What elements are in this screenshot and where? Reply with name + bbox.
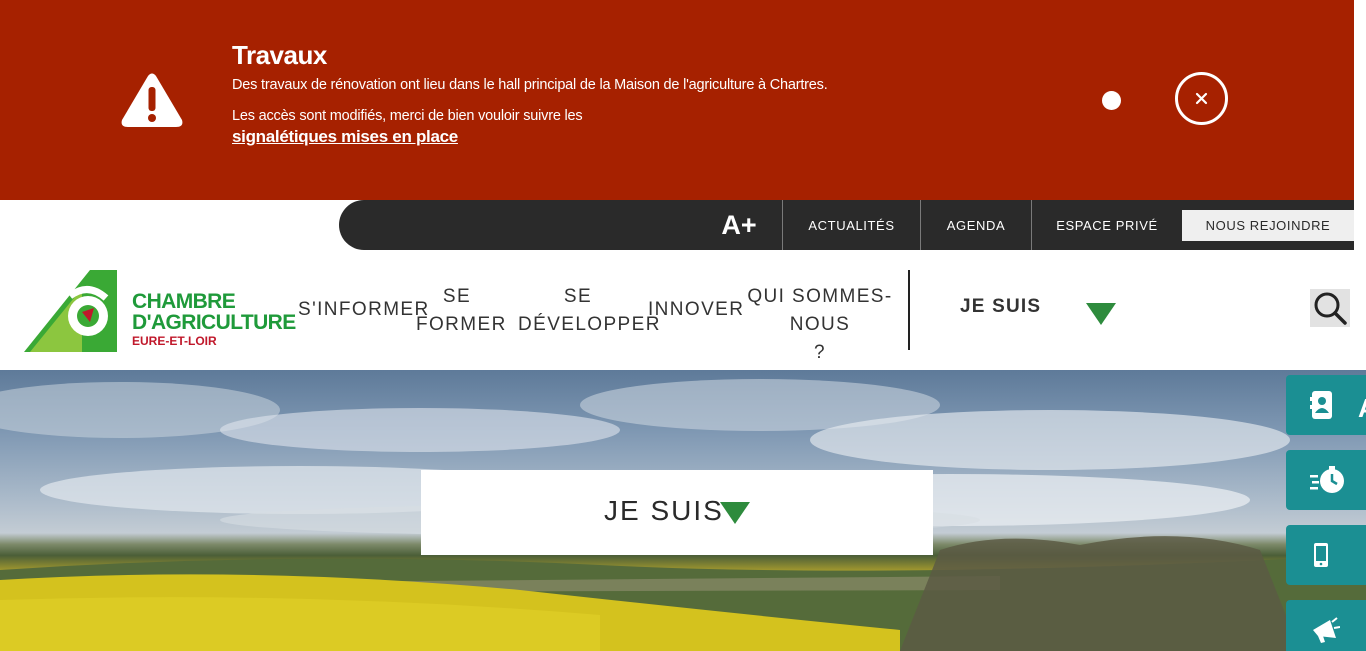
warning-triangle-icon bbox=[121, 73, 183, 127]
contact-card-icon bbox=[1310, 391, 1332, 419]
nav-se-former[interactable]: SE FORMER bbox=[416, 283, 507, 339]
chevron-down-icon[interactable] bbox=[1086, 303, 1116, 325]
nav-label: DÉVELOPPER bbox=[518, 314, 661, 335]
je-suis-menu[interactable]: JE SUIS bbox=[960, 296, 1041, 318]
nav-qui-sommes-nous[interactable]: QUI SOMMES-NOUS ? bbox=[738, 283, 902, 367]
search-button[interactable] bbox=[1310, 289, 1350, 327]
close-icon bbox=[1195, 92, 1208, 105]
font-size-button[interactable]: A+ bbox=[719, 208, 759, 242]
utility-bar: A+ ACTUALITÉS AGENDA ESPACE PRIVÉ NOUS R… bbox=[339, 200, 1354, 250]
nav-label: SE bbox=[563, 286, 593, 307]
link-actualites[interactable]: ACTUALITÉS bbox=[783, 200, 920, 250]
mobile-phone-icon bbox=[1314, 543, 1328, 567]
logo-text-2: D'AGRICULTURE bbox=[132, 311, 296, 334]
fast-clock-icon bbox=[1310, 466, 1344, 493]
alert-link[interactable]: signalétiques mises en place bbox=[232, 127, 458, 147]
nav-label: QUI SOMMES-NOUS bbox=[747, 286, 893, 335]
side-contact-button[interactable]: A bbox=[1286, 375, 1366, 435]
je-suis-label: JE SUIS bbox=[604, 495, 724, 526]
alert-title: Travaux bbox=[232, 40, 327, 70]
side-label: A bbox=[1358, 393, 1366, 424]
alert-close-button[interactable] bbox=[1175, 72, 1228, 125]
link-espace-prive[interactable]: ESPACE PRIVÉ bbox=[1032, 200, 1182, 250]
logo-text-3: EURE-ET-LOIR bbox=[132, 334, 217, 348]
nav-sinformer[interactable]: S'INFORMER bbox=[298, 296, 428, 324]
alert-banner: Travaux Des travaux de rénovation ont li… bbox=[0, 0, 1354, 200]
chevron-down-icon bbox=[720, 502, 750, 524]
alert-message: Des travaux de rénovation ont lieu dans … bbox=[232, 77, 828, 93]
nav-label: SE bbox=[442, 286, 472, 307]
side-app-button[interactable] bbox=[1286, 525, 1366, 585]
link-agenda[interactable]: AGENDA bbox=[921, 200, 1031, 250]
nav-label: INNOVER bbox=[648, 299, 745, 320]
side-news-button[interactable] bbox=[1286, 600, 1366, 651]
nav-label: S'INFORMER bbox=[298, 299, 430, 320]
nav-divider bbox=[908, 270, 910, 350]
carousel-dot[interactable] bbox=[1102, 91, 1121, 110]
nav-label: FORMER bbox=[416, 314, 507, 335]
logo-mark-icon bbox=[24, 270, 117, 352]
join-button[interactable]: NOUS REJOINDRE bbox=[1182, 210, 1354, 241]
je-suis-selector[interactable]: JE SUIS bbox=[421, 470, 933, 555]
alert-message-2: Les accès sont modifiés, merci de bien v… bbox=[232, 108, 583, 124]
megaphone-icon bbox=[1313, 617, 1340, 643]
site-logo[interactable]: CHAMBRE D'AGRICULTURE EURE-ET-LOIR bbox=[22, 268, 296, 356]
search-icon bbox=[1314, 292, 1347, 325]
nav-innover[interactable]: INNOVER bbox=[648, 296, 743, 324]
nav-label: ? bbox=[814, 342, 826, 363]
nav-se-developper[interactable]: SE DÉVELOPPER bbox=[518, 283, 661, 339]
side-quick-button[interactable] bbox=[1286, 450, 1366, 510]
